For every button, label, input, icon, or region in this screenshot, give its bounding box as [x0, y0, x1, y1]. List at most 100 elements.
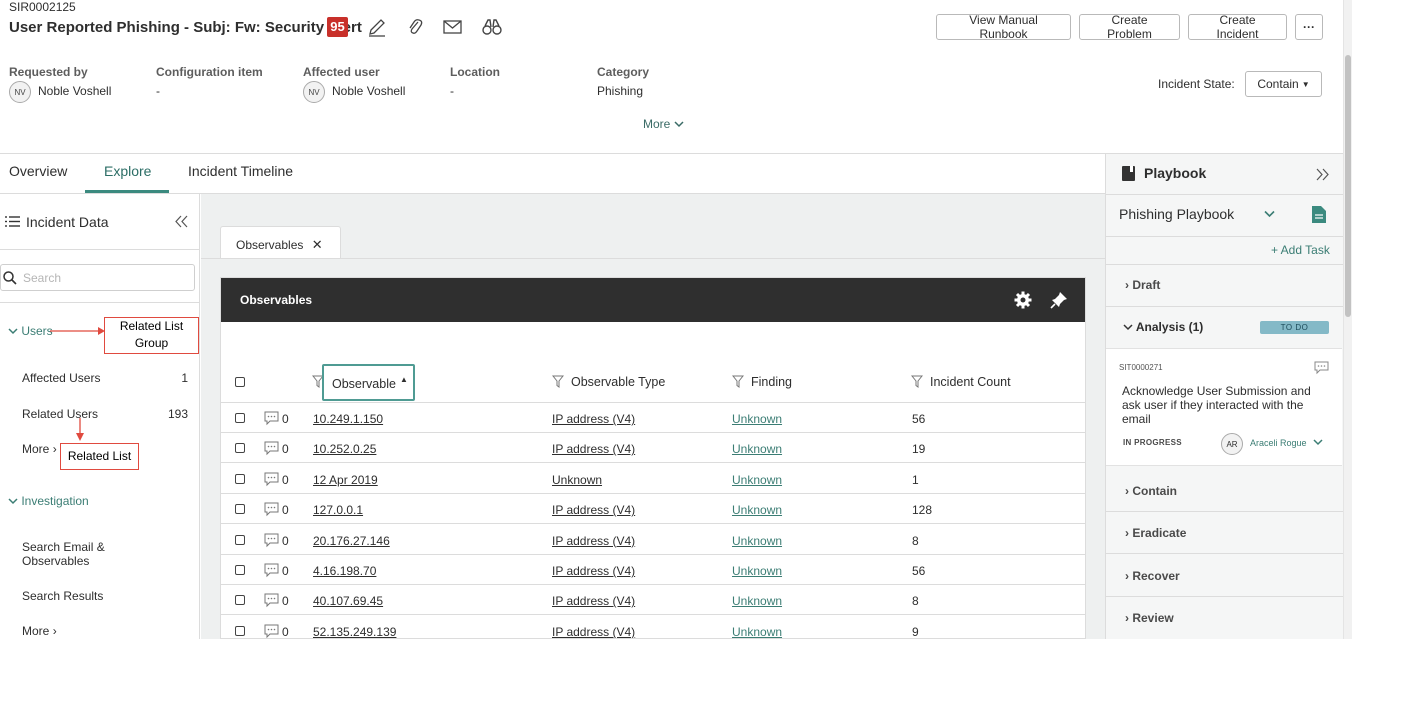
task-assignee[interactable]: Araceli Rogue: [1250, 438, 1307, 448]
finding-link[interactable]: Unknown: [732, 564, 782, 578]
tab-overview[interactable]: Overview: [9, 163, 67, 179]
filter-icon[interactable]: [732, 375, 744, 388]
view-manual-runbook-button[interactable]: View Manual Runbook: [936, 13, 1071, 41]
comment-icon[interactable]: [264, 563, 279, 578]
observable-link[interactable]: 40.107.69.45: [313, 594, 383, 608]
comment-icon[interactable]: [264, 472, 279, 487]
incident-data-search-input[interactable]: Search: [0, 264, 195, 291]
group-investigation[interactable]: Investigation: [8, 494, 89, 508]
comment-icon[interactable]: [264, 593, 279, 608]
observable-link[interactable]: 10.252.0.25: [313, 442, 376, 456]
task-card[interactable]: SIT0000271 Acknowledge User Submission a…: [1106, 348, 1342, 466]
page-scrollbar-thumb[interactable]: [1345, 55, 1351, 317]
filter-icon[interactable]: [552, 375, 564, 388]
list-item-investigation-more[interactable]: More ›: [22, 624, 57, 638]
list-item-users-more[interactable]: More ›: [22, 442, 57, 456]
document-icon[interactable]: [1312, 206, 1326, 223]
row-checkbox[interactable]: [235, 565, 245, 575]
observable-type-link[interactable]: IP address (V4): [552, 594, 635, 608]
gear-icon[interactable]: [1014, 291, 1032, 309]
section-contain[interactable]: › Contain: [1125, 484, 1177, 498]
comment-icon[interactable]: [264, 624, 279, 639]
pencil-icon[interactable]: [366, 16, 388, 38]
tab-observables[interactable]: Observables ✕: [220, 226, 341, 259]
section-review[interactable]: › Review: [1125, 611, 1174, 625]
column-header-finding[interactable]: Finding: [751, 375, 792, 389]
list-item-search-email[interactable]: Search Email & Observables: [22, 540, 132, 568]
section-eradicate[interactable]: › Eradicate: [1125, 526, 1186, 540]
observable-type-link[interactable]: Unknown: [552, 473, 602, 487]
section-recover[interactable]: › Recover: [1125, 569, 1180, 583]
observable-link[interactable]: 127.0.0.1: [313, 503, 363, 517]
row-checkbox[interactable]: [235, 504, 245, 515]
row-checkbox[interactable]: [235, 443, 245, 454]
column-header-observable-type[interactable]: Observable Type: [571, 375, 665, 389]
row-checkbox[interactable]: [235, 595, 245, 606]
finding-link[interactable]: Unknown: [732, 594, 782, 608]
observable-link[interactable]: 12 Apr 2019: [313, 473, 378, 487]
finding-link[interactable]: Unknown: [732, 503, 782, 517]
row-checkbox[interactable]: [235, 473, 245, 484]
envelope-icon[interactable]: [442, 16, 464, 38]
observable-link[interactable]: 20.176.27.146: [313, 534, 390, 548]
avatar: AR: [1221, 433, 1243, 455]
comment-icon[interactable]: [264, 441, 279, 456]
observable-link[interactable]: 4.16.198.70: [313, 564, 376, 578]
comment-icon[interactable]: [1314, 361, 1329, 375]
requested-by-value[interactable]: Noble Voshell: [38, 84, 111, 98]
incident-state-select[interactable]: Contain ▼: [1245, 71, 1322, 97]
list-item-search-results[interactable]: Search Results: [22, 589, 103, 603]
observable-type-link[interactable]: IP address (V4): [552, 503, 635, 517]
tab-explore[interactable]: Explore: [104, 163, 151, 179]
finding-link[interactable]: Unknown: [732, 534, 782, 548]
chevron-down-icon: [1123, 324, 1133, 331]
observable-type-link[interactable]: IP address (V4): [552, 442, 635, 456]
row-checkbox[interactable]: [235, 413, 245, 423]
playbook-select-value[interactable]: Phishing Playbook: [1119, 206, 1234, 222]
observable-type-link[interactable]: IP address (V4): [552, 412, 635, 426]
pin-icon[interactable]: [1050, 291, 1068, 309]
observable-type-link[interactable]: IP address (V4): [552, 625, 635, 638]
comment-count: 0: [282, 594, 289, 609]
filter-icon[interactable]: [911, 375, 923, 388]
create-incident-button[interactable]: Create Incident: [1188, 13, 1287, 41]
column-header-incident-count[interactable]: Incident Count: [930, 375, 1011, 389]
create-problem-button[interactable]: Create Problem: [1079, 13, 1180, 41]
expand-panel-icon[interactable]: [1315, 167, 1330, 182]
observable-type-link[interactable]: IP address (V4): [552, 564, 635, 578]
finding-link[interactable]: Unknown: [732, 412, 782, 426]
chevron-down-icon: [8, 328, 18, 335]
observable-column-header[interactable]: Observable ▲: [322, 364, 415, 401]
chevron-down-icon[interactable]: [1264, 210, 1275, 218]
more-actions-button[interactable]: ···: [1295, 14, 1323, 40]
tab-incident-timeline[interactable]: Incident Timeline: [188, 163, 293, 179]
observable-link[interactable]: 10.249.1.150: [313, 412, 383, 426]
task-description[interactable]: Acknowledge User Submission and ask user…: [1122, 384, 1327, 426]
select-all-checkbox[interactable]: [235, 377, 245, 387]
finding-link[interactable]: Unknown: [732, 473, 782, 487]
group-users[interactable]: Users: [8, 324, 53, 338]
section-draft[interactable]: › Draft: [1125, 278, 1160, 292]
finding-link[interactable]: Unknown: [732, 442, 782, 456]
row-checkbox[interactable]: [235, 625, 245, 636]
comment-count: 0: [282, 503, 289, 518]
more-fields-toggle[interactable]: More: [643, 117, 684, 131]
list-item-related-users[interactable]: Related Users: [22, 407, 98, 421]
list-item-affected-users[interactable]: Affected Users: [22, 371, 100, 385]
paperclip-icon[interactable]: [404, 16, 426, 38]
comment-icon[interactable]: [264, 502, 279, 517]
binoculars-icon[interactable]: [481, 16, 503, 38]
affected-user-value[interactable]: Noble Voshell: [332, 84, 405, 98]
add-task-button[interactable]: + Add Task: [1271, 243, 1330, 257]
section-analysis[interactable]: Analysis (1): [1123, 320, 1203, 334]
collapse-panel-icon[interactable]: [174, 214, 189, 232]
observable-type-link[interactable]: IP address (V4): [552, 534, 635, 548]
task-number[interactable]: SIT0000271: [1119, 363, 1163, 372]
close-icon[interactable]: ✕: [312, 237, 323, 252]
observable-link[interactable]: 52.135.249.139: [313, 625, 396, 638]
chevron-down-icon[interactable]: [1313, 439, 1323, 446]
comment-icon[interactable]: [264, 533, 279, 548]
finding-link[interactable]: Unknown: [732, 625, 782, 638]
row-checkbox[interactable]: [235, 534, 245, 545]
comment-icon[interactable]: [264, 411, 279, 426]
